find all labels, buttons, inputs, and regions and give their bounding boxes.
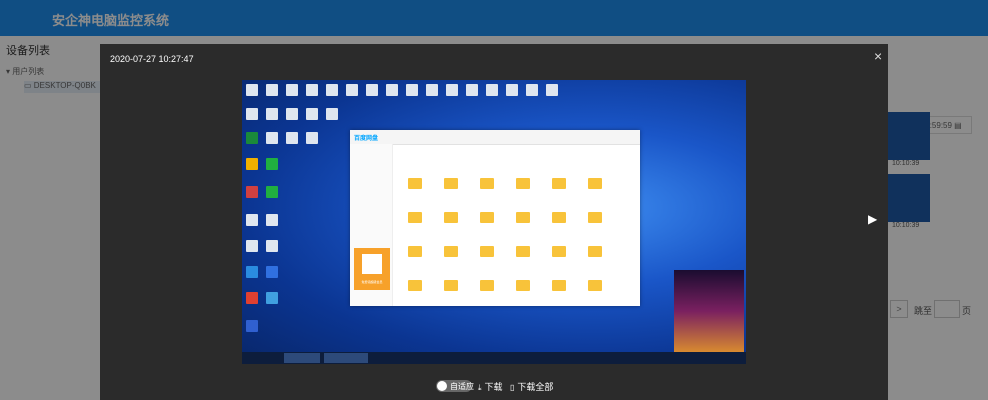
desktop-icon [246,292,258,304]
folder-icon [408,280,422,291]
folder-icon [516,280,530,291]
desktop-icon [266,108,278,120]
taskbar-item [284,353,320,363]
window-sidebar: 免费领超级会员 [350,144,393,306]
adaptive-label: 自适应 [450,382,474,391]
folder-icon [588,246,602,257]
desktop-icon [326,108,338,120]
desktop-icon [466,84,478,96]
desktop-icon [346,84,358,96]
folder-icon [588,212,602,223]
folder-icon [444,280,458,291]
download-all-label: 下载全部 [517,382,554,392]
screenshot-timestamp: 2020-07-27 10:27:47 [110,54,194,64]
desktop-icon [246,84,258,96]
folder-icon [408,246,422,257]
desktop-icon [246,132,258,144]
desktop-icon [446,84,458,96]
desktop-icon [366,84,378,96]
taskbar-item [324,353,368,363]
screenshot-image: 百度网盘 免费领超级会员 [242,80,746,364]
desktop-icon [486,84,498,96]
desktop-icon [266,292,278,304]
desktop-icon [246,214,258,226]
folder-icon [516,178,530,189]
file-icon: ▯ [510,383,515,392]
desktop-icon [266,240,278,252]
desktop-icon [306,108,318,120]
folder-icon [480,246,494,257]
desktop-icon [246,240,258,252]
desktop-icon [266,214,278,226]
folder-icon [552,212,566,223]
taskbar [242,352,746,364]
folder-icon [444,212,458,223]
desktop-icon [266,186,278,198]
folder-icon [552,246,566,257]
download-all-button[interactable]: ▯ 下载全部 [510,380,553,393]
desktop-icon [426,84,438,96]
desktop-icon [246,186,258,198]
ad-popup [674,270,744,352]
desktop-icon [286,108,298,120]
adaptive-toggle[interactable]: 自适应 [436,380,474,392]
desktop-icon [326,84,338,96]
qr-code [362,254,382,274]
folder-icon [516,212,530,223]
folder-icon [480,212,494,223]
desktop-icon [306,132,318,144]
folder-icon [480,178,494,189]
desktop-icon [406,84,418,96]
folder-icon [444,178,458,189]
promo-banner: 免费领超级会员 [354,248,390,290]
desktop-icon [526,84,538,96]
folder-icon [516,246,530,257]
folder-icon [408,212,422,223]
close-icon[interactable]: × [874,48,882,64]
promo-text: 免费领超级会员 [361,280,383,284]
folder-icon [588,178,602,189]
desktop-icon [386,84,398,96]
cloud-drive-window: 百度网盘 免费领超级会员 [350,130,640,306]
folder-icon [444,246,458,257]
window-logo: 百度网盘 [354,136,379,142]
download-icon: ⤓ [478,383,482,392]
desktop-icon [506,84,518,96]
screenshot-viewer-modal: 2020-07-27 10:27:47 × ▶ 百度网盘 免费领超级会员 自适应… [100,44,888,400]
download-button[interactable]: ⤓ 下载 [478,380,503,393]
window-titlebar: 百度网盘 [350,130,640,145]
folder-icon [480,280,494,291]
download-label: 下载 [484,382,503,392]
desktop-icon [546,84,558,96]
desktop-icon [286,132,298,144]
toggle-knob [437,381,447,391]
desktop-icon [246,158,258,170]
folder-icon [552,280,566,291]
desktop-icon [266,132,278,144]
desktop-icon [286,84,298,96]
desktop-icon [306,84,318,96]
desktop-icon [266,266,278,278]
desktop-icon [266,158,278,170]
folder-icon [408,178,422,189]
chevron-right-icon[interactable]: ▶ [868,212,877,226]
folder-icon [552,178,566,189]
folder-icon [588,280,602,291]
desktop-icon [246,320,258,332]
desktop-icon [246,266,258,278]
desktop-icon [266,84,278,96]
desktop-icon [246,108,258,120]
